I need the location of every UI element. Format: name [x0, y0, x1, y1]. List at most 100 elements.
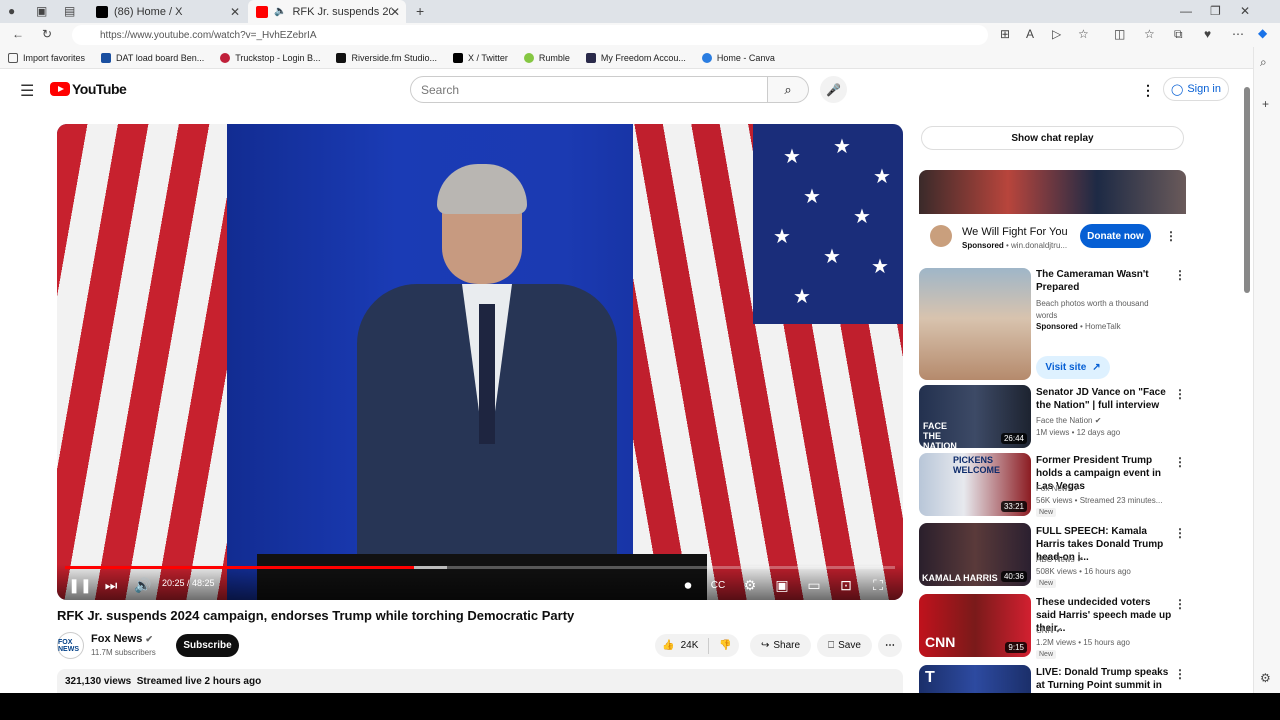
advertiser-avatar [930, 225, 952, 247]
ad-menu-kebab-icon[interactable]: ⋮ [1165, 229, 1177, 243]
immersive-reader-icon[interactable]: ▷ [1052, 27, 1061, 41]
video-channel[interactable]: Fox News ✔ [1036, 484, 1081, 493]
cast-button[interactable]: ⊡ [835, 574, 857, 596]
close-window-icon[interactable]: ✕ [1240, 4, 1250, 18]
bookmark-label: DAT load board Ben... [116, 52, 205, 63]
read-aloud-icon[interactable]: A [1026, 27, 1034, 41]
restore-icon[interactable]: ❐ [1210, 4, 1221, 18]
video-thumbnail[interactable]: CNN 9:15 [919, 594, 1031, 657]
settings-gear-icon[interactable]: ⚙ [1260, 671, 1271, 685]
channel-name-text: Face the Nation [1036, 416, 1093, 425]
video-player[interactable]: ★ ★ ★ ★ ★ ★ ★ ★ ★ ❚❚ ⏭ 🔊 20:25 / 48:25 ⏺ CC ⚙ … [57, 124, 903, 600]
video-channel[interactable]: CNN ✔ [1036, 626, 1062, 635]
progress-bar[interactable] [65, 566, 895, 569]
tab-x-home[interactable]: (86) Home / X ✕ [88, 0, 246, 23]
channel-name[interactable]: Fox News ✔ [91, 633, 153, 645]
video-menu-kebab-icon[interactable]: ⋮ [1174, 387, 1186, 401]
bookmark-riverside[interactable]: Riverside.fm Studio... [336, 52, 437, 63]
bookmark-twitter[interactable]: X / Twitter [453, 52, 508, 63]
settings-kebab-icon[interactable]: ⋮ [1141, 82, 1155, 99]
subscribe-button[interactable]: Subscribe [176, 634, 239, 657]
fullscreen-button[interactable]: ⛶ [867, 574, 889, 596]
video-channel[interactable]: Face the Nation ✔ [1036, 416, 1101, 425]
autoplay-toggle[interactable]: ⏺ [675, 574, 701, 596]
visit-site-button[interactable]: Visit site ↗ [1036, 356, 1110, 379]
extensions-icon[interactable]: ♥ [1204, 27, 1211, 41]
video-menu-kebab-icon[interactable]: ⋮ [1174, 597, 1186, 611]
video-thumbnail[interactable]: FACE THE NATION 26:44 [919, 385, 1031, 448]
voice-search-button[interactable]: 🎤 [820, 76, 847, 103]
video-menu-kebab-icon[interactable]: ⋮ [1174, 667, 1186, 681]
flag-left [57, 124, 227, 600]
donate-now-button[interactable]: Donate now [1080, 224, 1151, 248]
bookmarks-bar: Import favorites DAT load board Ben... T… [0, 47, 1280, 69]
split-screen-icon[interactable]: ◫ [1114, 27, 1125, 41]
close-tab-icon[interactable]: ✕ [230, 5, 240, 19]
bookmark-freedom[interactable]: My Freedom Accou... [585, 52, 686, 63]
bookmark-canva[interactable]: Home - Canva [701, 52, 775, 63]
bookmark-import-favorites[interactable]: Import favorites [8, 52, 85, 63]
bookmark-truckstop[interactable]: Truckstop - Login B... [220, 52, 320, 63]
page-scrollbar[interactable] [1244, 87, 1250, 293]
copilot-icon[interactable]: ◆ [1258, 26, 1267, 40]
video-menu-kebab-icon[interactable]: ⋮ [1174, 455, 1186, 469]
description-box[interactable]: 321,130 views Streamed live 2 hours ago [57, 669, 903, 693]
new-tab-button[interactable]: + [416, 3, 424, 19]
bookmark-label: Riverside.fm Studio... [351, 52, 437, 63]
show-chat-replay-button[interactable]: Show chat replay [921, 126, 1184, 150]
channel-name-text: Fox News [91, 633, 143, 645]
share-button[interactable]: ↪ Share [750, 634, 811, 657]
favorite-star-icon[interactable]: ☆ [1078, 27, 1089, 41]
video-title[interactable]: Senator JD Vance on "Face the Nation" | … [1036, 386, 1172, 412]
video-channel[interactable]: ABC News ✔ [1036, 555, 1084, 564]
dislike-button[interactable]: 👎 [719, 640, 731, 651]
ad-banner-image[interactable] [919, 170, 1186, 214]
theater-mode-button[interactable]: ▭ [803, 574, 825, 596]
hamburger-menu-icon[interactable]: ☰ [20, 81, 34, 101]
tab-actions-icon[interactable]: ▤ [64, 4, 75, 18]
minimize-icon[interactable]: — [1180, 4, 1192, 18]
video-menu-kebab-icon[interactable]: ⋮ [1174, 526, 1186, 540]
refresh-icon[interactable]: ↻ [42, 27, 52, 41]
search-button[interactable]: ⌕ [768, 76, 809, 103]
settings-gear-icon[interactable]: ⚙ [739, 574, 761, 596]
more-menu-icon[interactable]: ⋯ [1232, 27, 1244, 41]
tab-youtube-video[interactable]: 🔈 RFK Jr. suspends 2024 camp ✕ [248, 0, 406, 23]
search-input[interactable]: Search [410, 76, 768, 103]
pause-button[interactable]: ❚❚ [68, 574, 91, 596]
youtube-logo[interactable]: YouTube [50, 81, 127, 97]
close-tab-icon[interactable]: ✕ [390, 5, 400, 19]
collections-icon[interactable]: ⧉ [1174, 27, 1183, 42]
search-sidebar-icon[interactable]: ⌕ [1260, 55, 1267, 70]
volume-button[interactable]: 🔊 [132, 574, 154, 596]
captions-button[interactable]: CC [707, 574, 729, 596]
bookmark-dat[interactable]: DAT load board Ben... [101, 52, 205, 63]
miniplayer-button[interactable]: ▣ [771, 574, 793, 596]
url-field[interactable]: https://www.youtube.com/watch?v=_HvhEZeb… [72, 25, 988, 45]
sign-in-button[interactable]: ◯ Sign in [1163, 77, 1229, 101]
ad-title[interactable]: We Will Fight For You [962, 226, 1068, 238]
next-button[interactable]: ⏭ [100, 574, 122, 596]
add-sidebar-icon[interactable]: + [1262, 97, 1269, 111]
video-thumbnail[interactable]: PICKENS WELCOME 33:21 [919, 453, 1031, 516]
like-dislike-group: 👍 24K 👎 [655, 634, 739, 657]
more-actions-button[interactable]: ⋯ [878, 634, 902, 657]
bookmark-rumble[interactable]: Rumble [523, 52, 570, 63]
favorites-icon[interactable]: ☆ [1144, 27, 1155, 41]
like-button[interactable]: 👍 24K [662, 640, 698, 651]
ad-domain: win.donaldjtru... [1011, 241, 1068, 250]
back-icon[interactable]: ← [12, 27, 24, 41]
speaker-icon[interactable]: 🔈 [274, 6, 286, 17]
profile-icon[interactable]: ● [8, 4, 15, 18]
url-text: https://www.youtube.com/watch?v=_HvhEZeb… [100, 29, 317, 41]
workspaces-icon[interactable]: ▣ [36, 4, 47, 18]
promo-menu-kebab-icon[interactable]: ⋮ [1174, 268, 1186, 282]
video-thumbnail[interactable]: KAMALA HARRIS 40:36 [919, 523, 1031, 586]
promo-title[interactable]: The Cameraman Wasn't Prepared [1036, 268, 1172, 294]
promo-thumbnail[interactable] [919, 268, 1031, 380]
played-bar [65, 566, 414, 569]
video-thumbnail[interactable]: T [919, 665, 1031, 693]
save-button[interactable]: ⎕ Save [817, 634, 872, 657]
app-available-icon[interactable]: ⊞ [1000, 27, 1010, 41]
channel-avatar[interactable]: FOX NEWS [57, 632, 84, 659]
